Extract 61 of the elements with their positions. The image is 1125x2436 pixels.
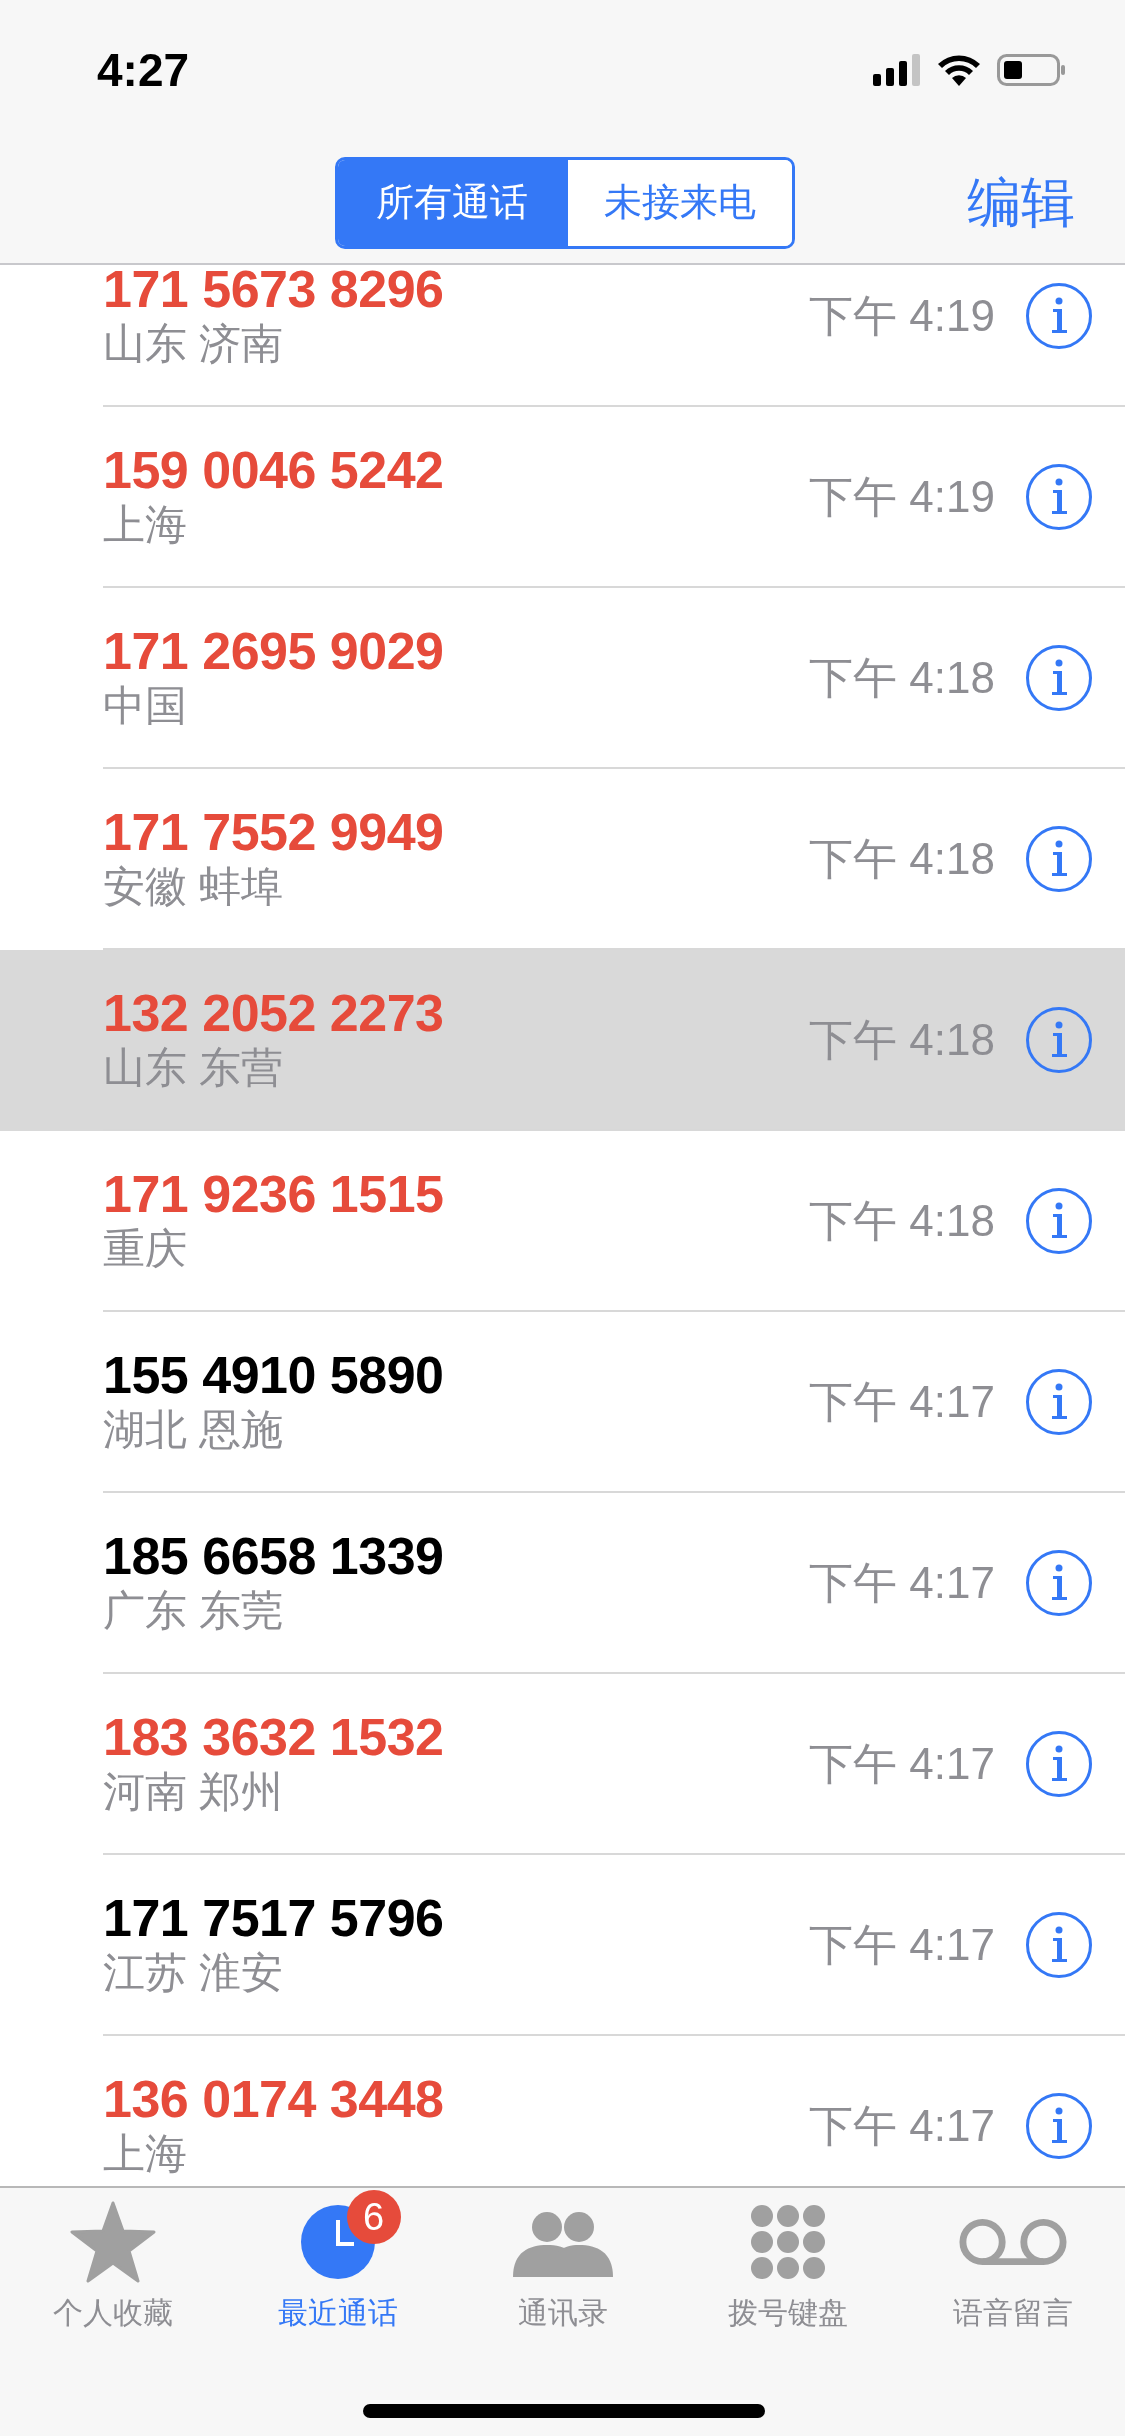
- info-button[interactable]: [1025, 1729, 1093, 1798]
- info-button[interactable]: [1025, 281, 1093, 350]
- status-time: 4:27: [97, 42, 190, 98]
- info-button[interactable]: [1025, 1910, 1093, 1979]
- call-time: 下午 4:19: [809, 470, 995, 523]
- info-button[interactable]: [1025, 1548, 1093, 1617]
- phone-number: 185 6658 1339: [103, 1527, 444, 1585]
- tab-bar-item[interactable]: 个人收藏: [0, 2188, 225, 2338]
- call-location: 上海: [103, 499, 188, 550]
- voicemail-icon: [957, 2217, 1068, 2267]
- tab-bar-item[interactable]: 通讯录: [450, 2188, 675, 2338]
- edit-button[interactable]: 编辑: [967, 162, 1075, 243]
- call-time: 下午 4:17: [809, 2099, 995, 2152]
- signal-icon: [873, 54, 921, 86]
- segment-tab[interactable]: 所有通话: [338, 159, 565, 246]
- call-location: 江苏 淮安: [103, 1947, 284, 1998]
- call-location: 湖北 恩施: [103, 1404, 284, 1455]
- phone-number: 171 2695 9029: [103, 622, 444, 680]
- segment-tab[interactable]: 未接来电: [565, 159, 792, 246]
- badge-count: 6: [346, 2190, 401, 2244]
- info-button[interactable]: [1025, 643, 1093, 712]
- call-location: 重庆: [103, 1223, 188, 1274]
- info-button[interactable]: [1025, 2091, 1093, 2160]
- call-time: 下午 4:17: [809, 1375, 995, 1428]
- phone-number: 171 7517 5796: [103, 1889, 444, 1947]
- phone-number: 155 4910 5890: [103, 1346, 444, 1404]
- battery-icon: [997, 54, 1065, 86]
- info-button[interactable]: [1025, 1367, 1093, 1436]
- call-time: 下午 4:18: [809, 1013, 995, 1066]
- keypad-icon: [749, 2204, 826, 2280]
- call-location: 广东 东莞: [103, 1585, 284, 1636]
- phone-number: 132 2052 2273: [103, 984, 444, 1042]
- tab-bar-item[interactable]: 6 最近通话: [225, 2188, 450, 2338]
- call-row[interactable]: 132 2052 2273 山东 东营 下午 4:18: [0, 950, 1125, 1131]
- call-time: 下午 4:18: [809, 832, 995, 885]
- call-time: 下午 4:17: [809, 1737, 995, 1790]
- info-button[interactable]: [1025, 1005, 1093, 1074]
- tab-bar-item[interactable]: 拨号键盘: [675, 2188, 900, 2338]
- phone-number: 171 5673 8296: [103, 265, 444, 318]
- call-location: 中国: [103, 680, 188, 731]
- tab-bar-item[interactable]: 语音留言: [900, 2188, 1125, 2338]
- call-location: 山东 济南: [103, 318, 284, 369]
- phone-number: 159 0046 5242: [103, 441, 444, 499]
- info-button[interactable]: [1025, 1186, 1093, 1255]
- call-time: 下午 4:18: [809, 1194, 995, 1247]
- call-location: 上海: [103, 2128, 188, 2179]
- call-location: 安徽 蚌埠: [103, 861, 284, 912]
- call-location: 山东 东营: [103, 1042, 284, 1093]
- phone-number: 183 3632 1532: [103, 1708, 444, 1766]
- phone-number: 171 7552 9949: [103, 803, 444, 861]
- call-time: 下午 4:17: [809, 1918, 995, 1971]
- star-icon: [69, 2201, 156, 2283]
- info-button[interactable]: [1025, 824, 1093, 893]
- call-time: 下午 4:17: [809, 1556, 995, 1609]
- info-button[interactable]: [1025, 462, 1093, 531]
- phone-number: 171 9236 1515: [103, 1165, 444, 1223]
- phone-number: 136 0174 3448: [103, 2070, 444, 2128]
- call-location: 河南 郑州: [103, 1766, 284, 1817]
- wifi-icon: [937, 54, 981, 86]
- call-time: 下午 4:19: [809, 289, 995, 342]
- call-time: 下午 4:18: [809, 651, 995, 704]
